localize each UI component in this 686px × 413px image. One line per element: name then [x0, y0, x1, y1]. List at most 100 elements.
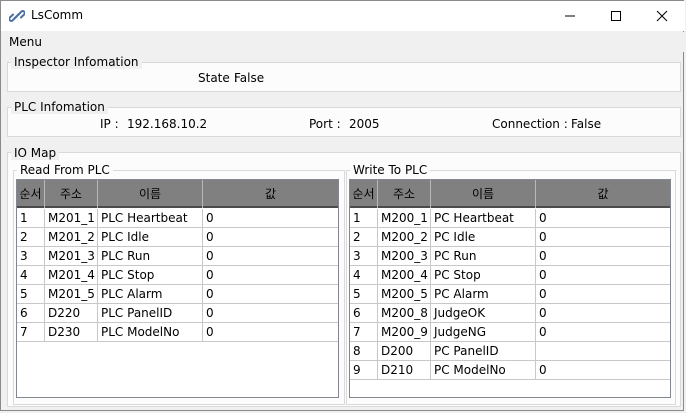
table-row[interactable]: 3 M200_3 PC Run 0	[350, 247, 670, 266]
value-cell[interactable]: 0	[536, 266, 670, 285]
name-cell[interactable]: JudgeNG	[431, 323, 536, 342]
table-row[interactable]: 6 D220 PLC PanelID 0	[17, 304, 338, 323]
table-row[interactable]: 4 M201_4 PLC Stop 0	[17, 266, 338, 285]
name-cell[interactable]: PLC Idle	[98, 228, 203, 247]
name-cell[interactable]: PLC ModelNo	[98, 323, 203, 342]
value-cell[interactable]: 0	[536, 247, 670, 266]
minimize-button[interactable]	[547, 1, 593, 31]
address-cell[interactable]: M200_1	[378, 209, 431, 228]
table-row[interactable]: 5 M200_5 PC Alarm 0	[350, 285, 670, 304]
order-cell[interactable]: 7	[17, 323, 45, 342]
name-cell[interactable]: PC PanelID	[431, 342, 536, 361]
order-cell[interactable]: 3	[350, 247, 378, 266]
address-cell[interactable]: M201_2	[45, 228, 98, 247]
value-cell[interactable]: 0	[203, 266, 338, 285]
value-cell[interactable]: 0	[203, 285, 338, 304]
value-cell[interactable]: 0	[536, 209, 670, 228]
value-cell[interactable]: 0	[536, 304, 670, 323]
name-cell[interactable]: PLC Stop	[98, 266, 203, 285]
value-cell[interactable]: 0	[203, 323, 338, 342]
order-cell[interactable]: 6	[350, 304, 378, 323]
order-cell[interactable]: 2	[350, 228, 378, 247]
name-cell[interactable]: PC Stop	[431, 266, 536, 285]
table-row[interactable]: 5 M201_5 PLC Alarm 0	[17, 285, 338, 304]
column-header[interactable]: 주소	[378, 180, 431, 208]
table-row[interactable]: 6 M200_8 JudgeOK 0	[350, 304, 670, 323]
table-row[interactable]: 1 M201_1 PLC Heartbeat 0	[17, 209, 338, 228]
column-header[interactable]: 값	[536, 180, 670, 208]
table-row[interactable]: 7 D230 PLC ModelNo 0	[17, 323, 338, 342]
name-cell[interactable]: JudgeOK	[431, 304, 536, 323]
address-cell[interactable]: M200_5	[378, 285, 431, 304]
maximize-button[interactable]	[593, 1, 639, 31]
order-cell[interactable]: 5	[350, 285, 378, 304]
order-cell[interactable]: 9	[350, 361, 378, 380]
order-cell[interactable]: 4	[350, 266, 378, 285]
address-cell[interactable]: M201_4	[45, 266, 98, 285]
order-cell[interactable]: 2	[17, 228, 45, 247]
name-cell[interactable]: PLC Alarm	[98, 285, 203, 304]
order-cell[interactable]: 7	[350, 323, 378, 342]
value-cell[interactable]: 0	[203, 247, 338, 266]
port-value: 2005	[349, 117, 380, 131]
write-table[interactable]: 순서 주소 이름 값 1 M200_1 PC Heartbeat 0 2 M200_2 PC…	[349, 179, 671, 398]
name-cell[interactable]: PC Heartbeat	[431, 209, 536, 228]
value-cell[interactable]: 0	[536, 228, 670, 247]
address-cell[interactable]: M200_4	[378, 266, 431, 285]
name-cell[interactable]: PC Alarm	[431, 285, 536, 304]
address-cell[interactable]: D230	[45, 323, 98, 342]
write-table-header: 순서 주소 이름 값	[350, 180, 670, 208]
close-button[interactable]	[639, 1, 685, 31]
ip-value: 192.168.10.2	[127, 117, 208, 131]
table-row[interactable]: 3 M201_3 PLC Run 0	[17, 247, 338, 266]
table-row[interactable]: 2 M200_2 PC Idle 0	[350, 228, 670, 247]
column-header[interactable]: 순서	[350, 180, 378, 208]
table-row[interactable]: 4 M200_4 PC Stop 0	[350, 266, 670, 285]
order-cell[interactable]: 8	[350, 342, 378, 361]
table-row[interactable]: 8 D200 PC PanelID	[350, 342, 670, 361]
name-cell[interactable]: PC Idle	[431, 228, 536, 247]
value-cell[interactable]: 0	[203, 304, 338, 323]
plc-group-label: PLC Infomation	[11, 100, 108, 114]
column-header[interactable]: 값	[203, 180, 338, 208]
table-row[interactable]: 1 M200_1 PC Heartbeat 0	[350, 209, 670, 228]
address-cell[interactable]: M201_3	[45, 247, 98, 266]
name-cell[interactable]: PLC Heartbeat	[98, 209, 203, 228]
column-header[interactable]: 이름	[98, 180, 203, 208]
minimize-icon	[565, 15, 575, 17]
value-cell[interactable]: 0	[203, 228, 338, 247]
order-cell[interactable]: 4	[17, 266, 45, 285]
order-cell[interactable]: 3	[17, 247, 45, 266]
name-cell[interactable]: PLC Run	[98, 247, 203, 266]
value-cell[interactable]: 0	[536, 323, 670, 342]
order-cell[interactable]: 1	[17, 209, 45, 228]
value-cell[interactable]: 0	[536, 285, 670, 304]
table-row[interactable]: 9 D210 PC ModelNo 0	[350, 361, 670, 380]
table-row[interactable]: 2 M201_2 PLC Idle 0	[17, 228, 338, 247]
address-cell[interactable]: D200	[378, 342, 431, 361]
address-cell[interactable]: M200_8	[378, 304, 431, 323]
address-cell[interactable]: M200_3	[378, 247, 431, 266]
name-cell[interactable]: PC ModelNo	[431, 361, 536, 380]
order-cell[interactable]: 1	[350, 209, 378, 228]
address-cell[interactable]: M200_9	[378, 323, 431, 342]
table-row[interactable]: 7 M200_9 JudgeNG 0	[350, 323, 670, 342]
menu-item[interactable]: Menu	[9, 35, 42, 49]
read-table[interactable]: 순서 주소 이름 값 1 M201_1 PLC Heartbeat 0 2 M201_2 P…	[16, 179, 339, 398]
order-cell[interactable]: 5	[17, 285, 45, 304]
name-cell[interactable]: PC Run	[431, 247, 536, 266]
value-cell[interactable]: 0	[536, 361, 670, 380]
inspector-group-label: Inspector Infomation	[11, 55, 142, 69]
value-cell[interactable]: 0	[203, 209, 338, 228]
column-header[interactable]: 주소	[45, 180, 98, 208]
column-header[interactable]: 이름	[431, 180, 536, 208]
address-cell[interactable]: D220	[45, 304, 98, 323]
order-cell[interactable]: 6	[17, 304, 45, 323]
address-cell[interactable]: M201_1	[45, 209, 98, 228]
value-cell[interactable]	[536, 342, 670, 361]
name-cell[interactable]: PLC PanelID	[98, 304, 203, 323]
address-cell[interactable]: M200_2	[378, 228, 431, 247]
column-header[interactable]: 순서	[17, 180, 45, 208]
address-cell[interactable]: D210	[378, 361, 431, 380]
address-cell[interactable]: M201_5	[45, 285, 98, 304]
